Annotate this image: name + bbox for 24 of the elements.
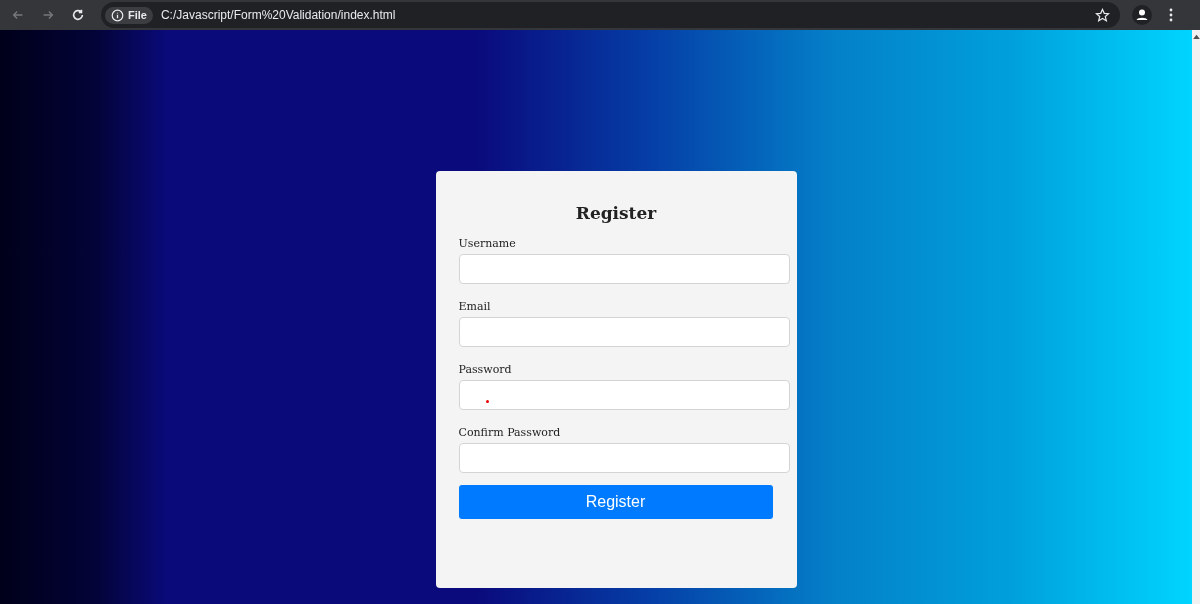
input-field[interactable]	[458, 443, 790, 473]
menu-icon[interactable]	[1168, 7, 1174, 23]
address-text: C:/Javascript/Form%20Validation/index.html	[160, 8, 397, 22]
star-icon[interactable]	[1095, 7, 1110, 23]
input-field[interactable]	[458, 317, 790, 347]
input-field[interactable]	[458, 380, 790, 410]
register-button[interactable]: Register	[458, 485, 773, 519]
field-label: Confirm Password	[458, 426, 562, 439]
field-label: Password	[458, 363, 513, 376]
field-label: Username	[458, 237, 517, 250]
reload-icon[interactable]	[71, 8, 85, 22]
forward-icon[interactable]	[41, 8, 55, 22]
info-icon	[111, 8, 124, 22]
form-title: Register	[574, 203, 658, 223]
address-bar[interactable]: File C:/Javascript/Form%20Validation/index.html	[101, 2, 1120, 28]
site-info-chip[interactable]: File	[105, 6, 153, 24]
input-field[interactable]	[458, 254, 790, 284]
field-label: Email	[458, 300, 492, 313]
back-icon[interactable]	[11, 8, 25, 22]
site-info-label: File	[128, 9, 147, 21]
scroll-up-icon[interactable]	[1192, 34, 1200, 39]
profile-icon[interactable]	[1132, 5, 1152, 25]
dot-mark	[485, 400, 489, 403]
scrollbar[interactable]	[1192, 30, 1200, 604]
